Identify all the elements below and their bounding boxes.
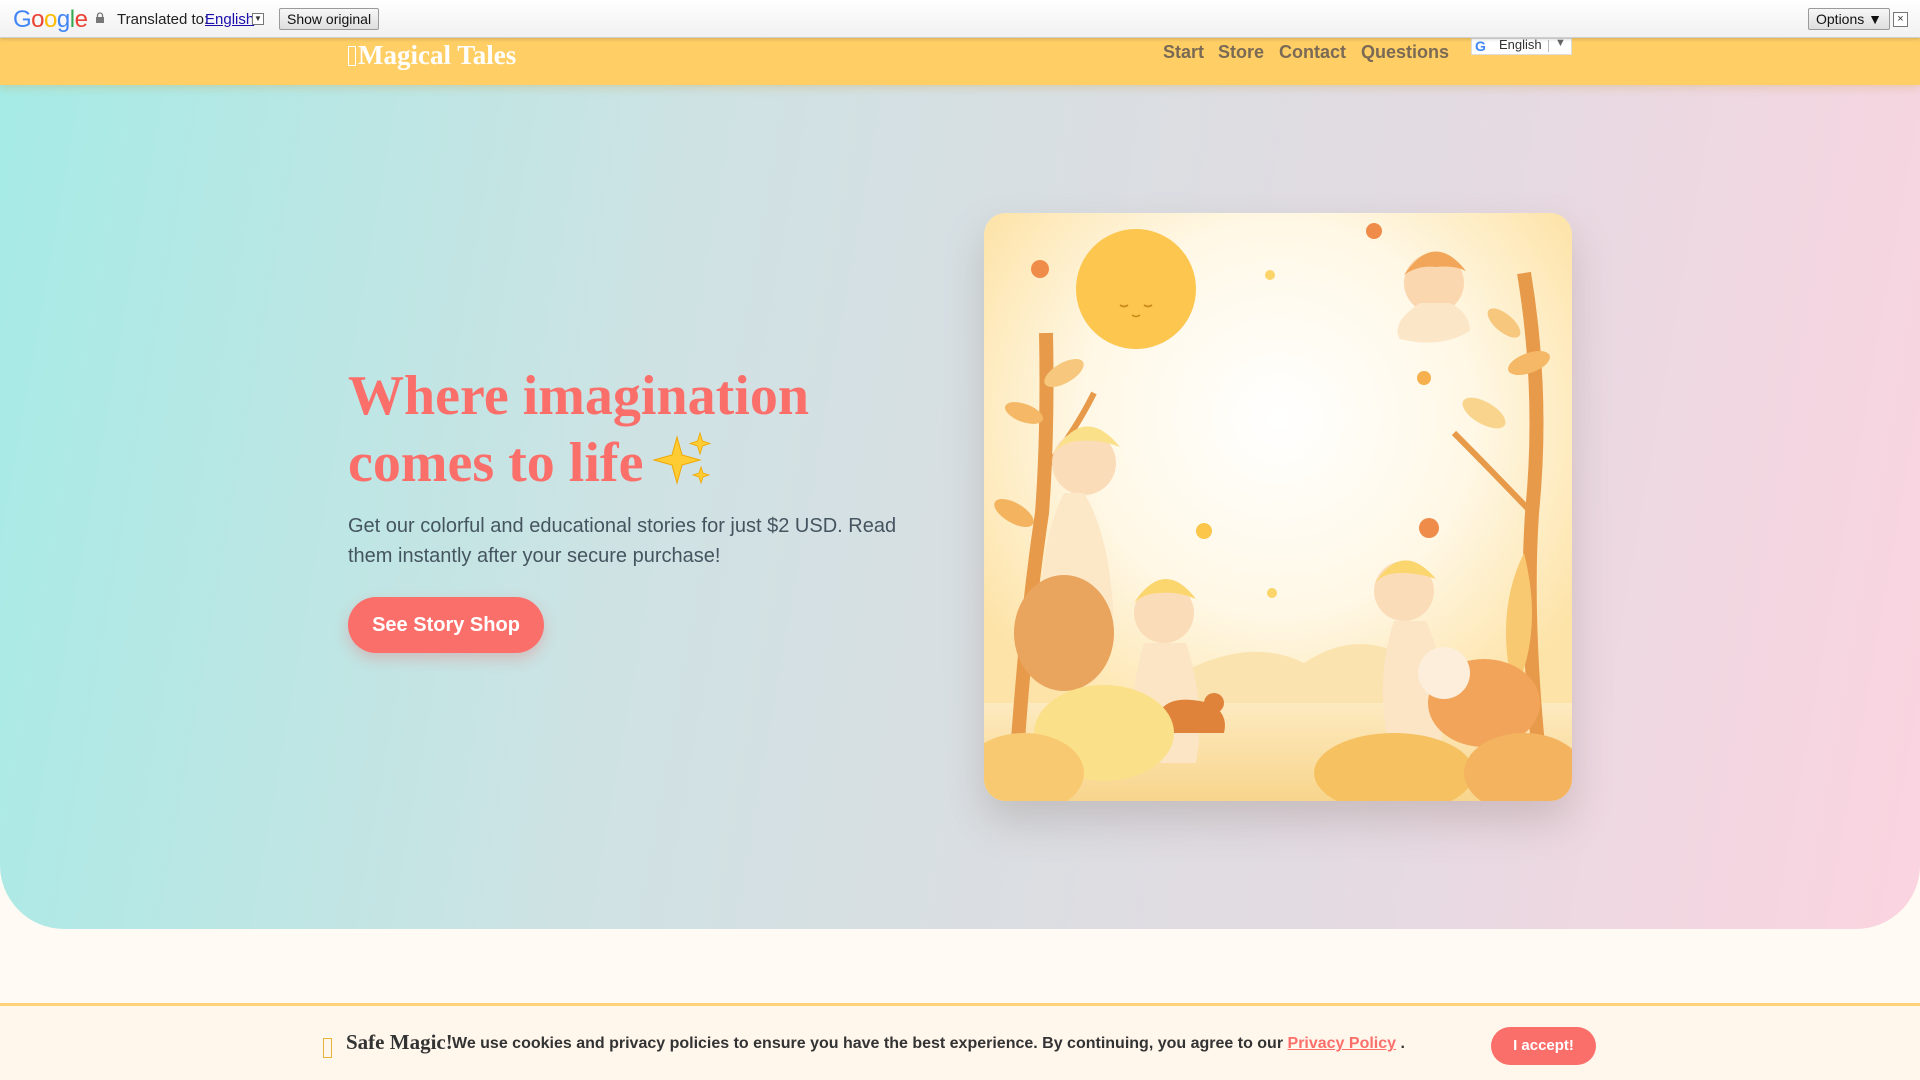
language-selector[interactable]: G English ▼ (1471, 37, 1572, 55)
translated-to-label: Translated to: (117, 11, 209, 28)
sparkles-icon (652, 431, 712, 485)
google-logo: Google (13, 6, 88, 33)
close-icon[interactable]: × (1893, 12, 1908, 27)
site-header: Magical Tales Start Store Contact Questi… (0, 37, 1920, 85)
nav-contact[interactable]: Contact (1279, 42, 1346, 63)
cookie-text: We use cookies and privacy policies to e… (452, 1035, 1405, 1053)
nav-questions[interactable]: Questions (1361, 42, 1449, 63)
cookie-banner: Safe Magic! We use cookies and privacy p… (0, 1003, 1920, 1080)
chevron-down-icon: ▼ (1555, 37, 1566, 49)
hero-headline: Where imagination comes to life (348, 363, 908, 497)
nav-store[interactable]: Store (1218, 42, 1264, 63)
missing-glyph-icon (348, 46, 356, 66)
hero-section: Where imagination comes to life Get our … (0, 85, 1920, 929)
cookie-icon (323, 1038, 332, 1058)
hero-illustration (984, 213, 1572, 801)
lock-icon (96, 12, 104, 23)
language-selector-divider (1548, 40, 1549, 52)
language-dropdown-caret-icon[interactable]: ▼ (252, 13, 264, 25)
accept-cookies-button[interactable]: I accept! (1491, 1027, 1596, 1065)
nav-start[interactable]: Start (1163, 42, 1204, 63)
google-g-icon: G (1475, 38, 1486, 54)
translate-bar: Google Translated to: English ▼ Show ori… (0, 0, 1920, 38)
cookie-title: Safe Magic! (346, 1030, 453, 1054)
brand-logo[interactable]: Magical Tales (348, 40, 516, 71)
cookie-message: We use cookies and privacy policies to e… (452, 1035, 1284, 1052)
see-story-shop-button[interactable]: See Story Shop (348, 597, 544, 653)
options-button[interactable]: Options ▼ (1808, 8, 1890, 30)
show-original-button[interactable]: Show original (279, 8, 380, 30)
hero-headline-text: Where imagination comes to life (348, 365, 809, 494)
cookie-period: . (1400, 1035, 1405, 1052)
brand-name: Magical Tales (358, 40, 517, 70)
hero-subtext: Get our colorful and educational stories… (348, 515, 897, 567)
privacy-policy-link[interactable]: Privacy Policy (1288, 1035, 1397, 1052)
language-selector-label: English (1499, 37, 1542, 52)
translate-language-link[interactable]: English (205, 11, 254, 28)
